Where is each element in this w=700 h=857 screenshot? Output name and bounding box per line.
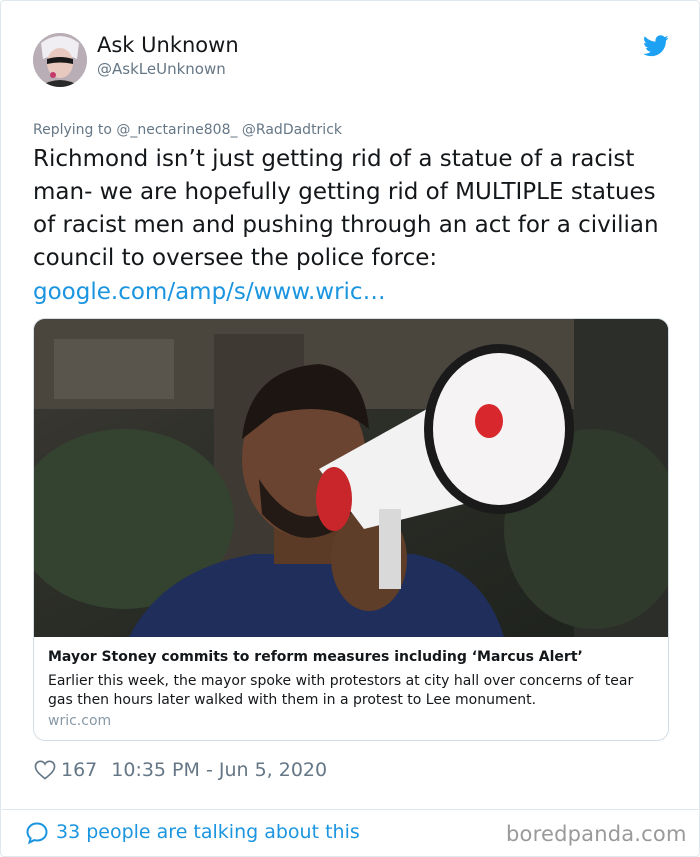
reply-context[interactable]: Replying to @_nectarine808_ @RadDadtrick <box>33 122 342 138</box>
author-handle[interactable]: @AskLeUnknown <box>97 60 226 78</box>
timestamp[interactable]: 10:35 PM - Jun 5, 2020 <box>111 759 327 781</box>
twitter-bird-icon[interactable] <box>643 35 669 57</box>
heart-icon[interactable] <box>34 760 56 780</box>
author-display-name[interactable]: Ask Unknown <box>97 33 239 57</box>
tweet-link[interactable]: google.com/amp/s/www.wric… <box>33 276 386 309</box>
watermark: boredpanda.com <box>506 822 687 846</box>
speech-bubble-icon[interactable] <box>25 821 49 845</box>
card-title[interactable]: Mayor Stoney commits to reform measures … <box>48 649 583 665</box>
tweet-meta: 167 10:35 PM - Jun 5, 2020 <box>34 757 327 783</box>
divider <box>2 809 700 810</box>
card-description: Earlier this week, the mayor spoke with … <box>48 673 634 708</box>
link-card[interactable]: Mayor Stoney commits to reform measures … <box>33 318 669 741</box>
conversation-link[interactable]: 33 people are talking about this <box>56 821 360 843</box>
card-image <box>34 319 668 637</box>
card-domain: wric.com <box>48 713 112 729</box>
like-count[interactable]: 167 <box>61 759 97 781</box>
tweet-text: Richmond isn’t just getting rid of a sta… <box>33 146 659 271</box>
tweet-embed: Ask Unknown @AskLeUnknown Replying to @_… <box>0 0 700 857</box>
avatar[interactable] <box>33 33 87 87</box>
